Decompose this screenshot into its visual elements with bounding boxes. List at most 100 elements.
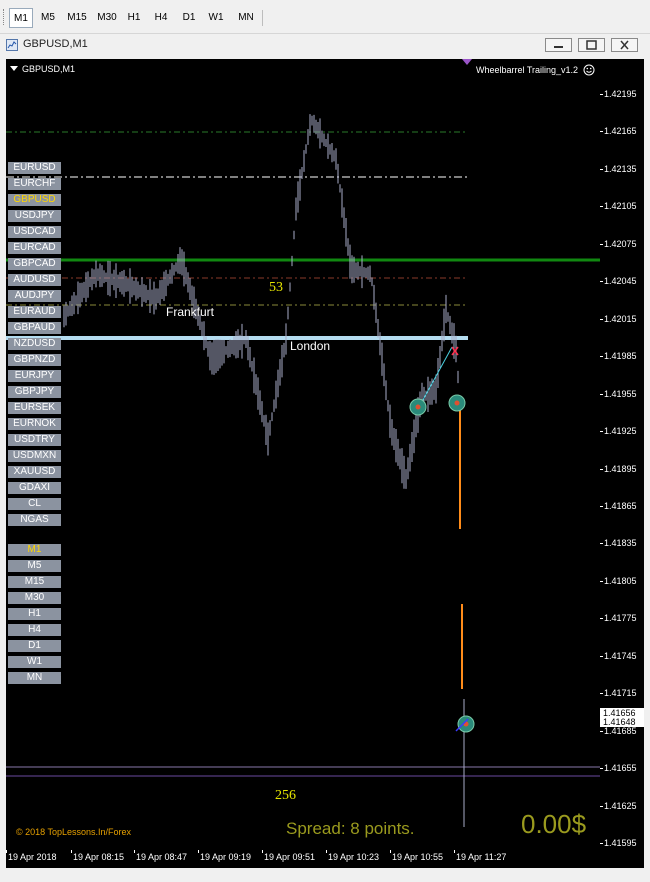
panel-timeframe-h4[interactable]: H4 [8,624,61,636]
toolbar-timeframe-w1[interactable]: W1 [204,8,228,28]
price-label: 1.41625 [604,800,637,811]
price-label: 1.41895 [604,463,637,474]
symbol-button-eurjpy[interactable]: EURJPY [8,370,61,382]
session-label-frankfurt: Frankfurt [166,305,215,319]
panel-timeframe-d1[interactable]: D1 [8,640,61,652]
toolbar-timeframe-h4[interactable]: H4 [149,8,173,28]
price-tick [600,768,603,770]
symbol-button-gbpnzd[interactable]: GBPNZD [8,354,61,366]
close-button[interactable] [611,38,638,52]
panel-timeframe-h1[interactable]: H1 [8,608,61,620]
time-label: 19 Apr 10:55 [392,852,444,862]
symbol-button-audjpy[interactable]: AUDJPY [8,290,61,302]
symbol-button-audusd[interactable]: AUDUSD [8,274,61,286]
price-tick [600,168,603,170]
symbol-button-gdaxi[interactable]: GDAXI [8,482,61,494]
chart-plot-area[interactable]: GBPUSD,M1 Wheelbarrel Trailing_v1.2 EURU… [6,59,600,850]
toolbar-timeframe-m5[interactable]: M5 [36,8,60,28]
minimize-icon [554,46,563,48]
time-label: 19 Apr 11:27 [456,852,507,862]
symbol-button-cl[interactable]: CL [8,498,61,510]
time-label: 19 Apr 09:51 [264,852,316,862]
toolbar-timeframe-m1[interactable]: M1 [9,8,33,28]
price-tick [600,505,603,507]
symbol-button-xauusd[interactable]: XAUUSD [8,466,61,478]
toolbar-timeframe-d1[interactable]: D1 [177,8,201,28]
price-tick [600,543,603,545]
symbol-button-gbpjpy[interactable]: GBPJPY [8,386,61,398]
toolbar-timeframe-h1[interactable]: H1 [122,8,146,28]
symbol-button-gbpcad[interactable]: GBPCAD [8,258,61,270]
time-axis[interactable]: 19 Apr 2018 19 Apr 08:15 19 Apr 08:47 19 Ap… [6,850,644,868]
toolbar-timeframe-mn[interactable]: MN [232,8,260,28]
symbol-button-eurcad[interactable]: EURCAD [8,242,61,254]
time-tick [71,850,72,853]
symbol-button-eurnok[interactable]: EURNOK [8,418,61,430]
copyright-text: © 2018 TopLessons.In/Forex [16,827,132,837]
price-axis[interactable]: 1.42195 1.42165 1.42135 1.42105 1.42075 1.420… [600,59,644,850]
price-label: 1.41715 [604,688,637,699]
toolbar-separator [262,10,263,26]
symbol-button-usdcad[interactable]: USDCAD [8,226,61,238]
price-label: 1.41835 [604,538,637,549]
toolbar-timeframe-m30[interactable]: M30 [94,8,120,28]
symbol-button-gbpaud[interactable]: GBPAUD [8,322,61,334]
time-label: 19 Apr 08:47 [136,852,188,862]
price-label: 1.42165 [604,126,637,137]
symbol-button-ngas[interactable]: NGAS [8,514,61,526]
minimize-button[interactable] [545,38,572,52]
panel-timeframe-w1[interactable]: W1 [8,656,61,668]
indicator-label: Wheelbarrel Trailing_v1.2 [476,65,579,75]
window-titlebar[interactable]: GBPUSD,M1 [0,34,650,56]
panel-timeframe-m1[interactable]: M1 [8,544,61,556]
timeframe-toolbar: M1 M5 M15 M30 H1 H4 D1 W1 MN [0,0,650,34]
price-tick [600,94,603,95]
chart-window-icon [6,39,18,51]
session-label-london: London [290,339,331,353]
time-label: 19 Apr 2018 [8,852,57,862]
symbol-button-usdjpy[interactable]: USDJPY [8,210,61,222]
shift-marker-icon[interactable] [462,59,472,66]
symbol-button-nzdusd[interactable]: NZDUSD [8,338,61,350]
time-label: 19 Apr 08:15 [73,852,125,862]
price-label: 1.42075 [604,238,637,249]
symbol-button-eursek[interactable]: EURSEK [8,402,61,414]
chart-symbol-label: GBPUSD,M1 [22,64,76,74]
price-label: 1.42015 [604,313,637,324]
symbol-button-gbpusd[interactable]: GBPUSD [8,194,61,206]
price-label: 1.41925 [604,426,637,437]
panel-timeframe-m30[interactable]: M30 [8,592,61,604]
price-tick [600,468,603,470]
pip-count-top: 53 [269,280,283,295]
time-tick [454,850,455,853]
price-tick [600,693,603,695]
collapse-triangle-icon[interactable] [10,66,18,72]
price-tick [600,431,603,433]
symbol-button-usdtry[interactable]: USDTRY [8,434,61,446]
price-tick [600,655,603,657]
restore-button[interactable] [578,38,605,52]
panel-timeframe-m5[interactable]: M5 [8,560,61,572]
panel-timeframe-m15[interactable]: M15 [8,576,61,588]
time-tick [134,850,135,853]
toolbar-timeframe-m15[interactable]: M15 [63,8,91,28]
price-label: 1.41685 [604,725,637,736]
time-tick [326,850,327,853]
price-tick [600,356,603,358]
symbol-button-usdmxn[interactable]: USDMXN [8,450,61,462]
price-label: 1.41655 [604,763,637,774]
panel-timeframe-mn[interactable]: MN [8,672,61,684]
trade-line [417,346,453,410]
profit-text: 0.00$ [521,809,587,839]
symbol-button-eurchf[interactable]: EURCHF [8,178,61,190]
toolbar-grip[interactable] [3,9,7,25]
symbol-button-eurusd[interactable]: EURUSD [8,162,61,174]
window-right-frame [644,59,650,868]
time-label: 19 Apr 10:23 [328,852,380,862]
price-label: 1.41775 [604,613,637,624]
price-tick [600,618,603,620]
symbol-button-euraud[interactable]: EURAUD [8,306,61,318]
price-chart-canvas [6,114,600,827]
restore-icon [586,40,597,50]
time-tick [390,850,391,853]
